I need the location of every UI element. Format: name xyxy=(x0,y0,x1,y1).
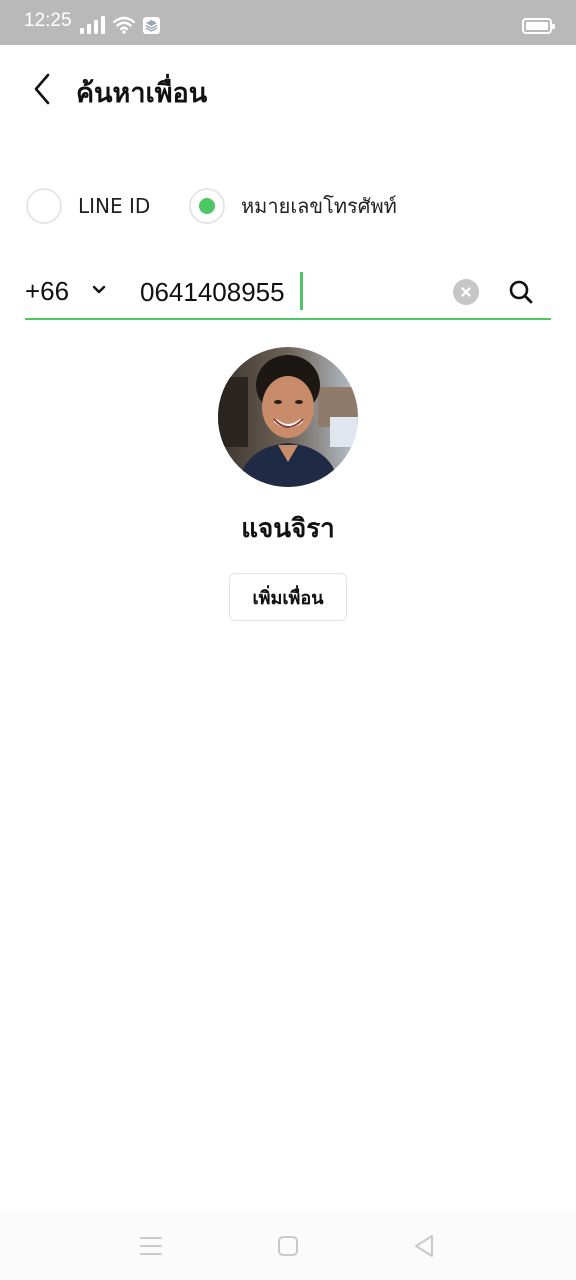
chevron-left-icon xyxy=(34,73,50,105)
radio-label-phone: หมายเลขโทรศัพท์ xyxy=(241,194,397,218)
clear-button[interactable] xyxy=(453,279,479,305)
layers-icon xyxy=(143,17,160,34)
back-button[interactable] xyxy=(22,67,62,111)
home-square-icon[interactable] xyxy=(272,1230,304,1262)
search-icon[interactable] xyxy=(507,278,535,306)
text-cursor xyxy=(300,272,303,310)
avatar xyxy=(218,347,358,487)
back-triangle-icon[interactable] xyxy=(408,1230,440,1262)
battery-icon xyxy=(522,18,555,34)
page-title: ค้นหาเพื่อน xyxy=(76,78,208,109)
country-code-selector[interactable]: +66 xyxy=(25,276,69,307)
radio-checked-icon xyxy=(189,188,225,224)
radio-circle-icon xyxy=(26,188,62,224)
signal-icon xyxy=(80,16,105,34)
header: ค้นหาเพื่อน xyxy=(0,45,576,135)
menu-icon[interactable] xyxy=(135,1230,167,1262)
radio-phone-number[interactable]: หมายเลขโทรศัพท์ xyxy=(189,186,397,226)
status-time: 12:25 xyxy=(24,10,72,31)
radio-label-line-id: LINE ID xyxy=(78,194,151,218)
phone-number-input[interactable] xyxy=(140,272,440,312)
status-bar: 12:25 xyxy=(0,0,576,45)
add-friend-button[interactable]: เพิ่มเพื่อน xyxy=(229,573,347,621)
status-icons xyxy=(80,16,160,34)
system-nav-bar xyxy=(0,1210,576,1280)
chevron-down-icon[interactable] xyxy=(91,284,107,296)
radio-line-id[interactable]: LINE ID xyxy=(26,186,150,226)
close-icon xyxy=(461,287,471,297)
phone-search-field: +66 xyxy=(25,264,551,320)
search-type-selector: LINE ID หมายเลขโทรศัพท์ xyxy=(0,186,576,226)
wifi-icon xyxy=(113,16,135,34)
result-name: แจนจิรา xyxy=(241,514,335,544)
